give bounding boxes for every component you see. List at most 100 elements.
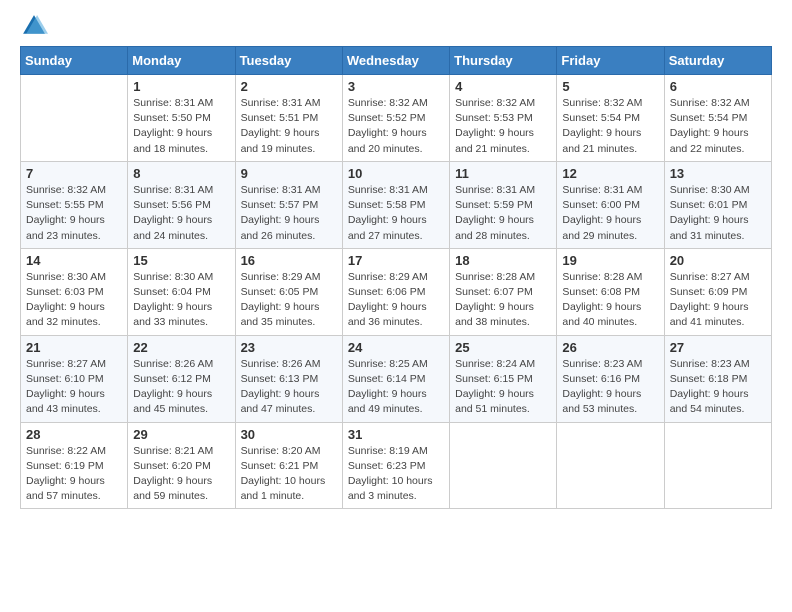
calendar-day-cell: 9 Sunrise: 8:31 AMSunset: 5:57 PMDaylight… — [235, 161, 342, 248]
day-number: 1 — [133, 79, 229, 94]
calendar-day-cell: 18 Sunrise: 8:28 AMSunset: 6:07 PMDayligh… — [450, 248, 557, 335]
day-info: Sunrise: 8:32 AMSunset: 5:53 PMDaylight:… — [455, 96, 551, 157]
calendar-day-cell: 2 Sunrise: 8:31 AMSunset: 5:51 PMDaylight… — [235, 75, 342, 162]
day-number: 29 — [133, 427, 229, 442]
day-info: Sunrise: 8:21 AMSunset: 6:20 PMDaylight:… — [133, 444, 229, 505]
day-number: 31 — [348, 427, 444, 442]
calendar-day-cell: 6 Sunrise: 8:32 AMSunset: 5:54 PMDaylight… — [664, 75, 771, 162]
day-info: Sunrise: 8:32 AMSunset: 5:52 PMDaylight:… — [348, 96, 444, 157]
logo — [20, 16, 50, 40]
calendar-day-cell — [557, 422, 664, 509]
day-info: Sunrise: 8:31 AMSunset: 5:58 PMDaylight:… — [348, 183, 444, 244]
day-info: Sunrise: 8:22 AMSunset: 6:19 PMDaylight:… — [26, 444, 122, 505]
calendar-day-cell: 4 Sunrise: 8:32 AMSunset: 5:53 PMDaylight… — [450, 75, 557, 162]
calendar-day-cell: 27 Sunrise: 8:23 AMSunset: 6:18 PMDayligh… — [664, 335, 771, 422]
day-info: Sunrise: 8:25 AMSunset: 6:14 PMDaylight:… — [348, 357, 444, 418]
calendar-day-cell: 20Sunrise: 8:27 AMSunset: 6:09 PMDayligh… — [664, 248, 771, 335]
calendar-header-cell: Tuesday — [235, 47, 342, 75]
day-info: Sunrise: 8:31 AMSunset: 5:51 PMDaylight:… — [241, 96, 337, 157]
day-number: 26 — [562, 340, 658, 355]
calendar-header-cell: Wednesday — [342, 47, 449, 75]
calendar-day-cell: 14 Sunrise: 8:30 AMSunset: 6:03 PMDayligh… — [21, 248, 128, 335]
calendar-header-cell: Friday — [557, 47, 664, 75]
calendar-day-cell: 12 Sunrise: 8:31 AMSunset: 6:00 PMDayligh… — [557, 161, 664, 248]
calendar-day-cell: 29 Sunrise: 8:21 AMSunset: 6:20 PMDayligh… — [128, 422, 235, 509]
calendar-day-cell: 5 Sunrise: 8:32 AMSunset: 5:54 PMDaylight… — [557, 75, 664, 162]
calendar-day-cell: 16 Sunrise: 8:29 AMSunset: 6:05 PMDayligh… — [235, 248, 342, 335]
day-info: Sunrise: 8:28 AMSunset: 6:08 PMDaylight:… — [562, 270, 658, 331]
day-number: 30 — [241, 427, 337, 442]
calendar-day-cell: 17 Sunrise: 8:29 AMSunset: 6:06 PMDayligh… — [342, 248, 449, 335]
day-info: Sunrise: 8:23 AMSunset: 6:18 PMDaylight:… — [670, 357, 766, 418]
day-info: Sunrise: 8:31 AMSunset: 5:59 PMDaylight:… — [455, 183, 551, 244]
day-info: Sunrise: 8:20 AMSunset: 6:21 PMDaylight:… — [241, 444, 337, 505]
day-number: 15 — [133, 253, 229, 268]
day-number: 3 — [348, 79, 444, 94]
day-info: Sunrise: 8:31 AMSunset: 5:50 PMDaylight:… — [133, 96, 229, 157]
day-number: 4 — [455, 79, 551, 94]
header — [20, 16, 772, 40]
day-number: 13 — [670, 166, 766, 181]
day-info: Sunrise: 8:26 AMSunset: 6:13 PMDaylight:… — [241, 357, 337, 418]
calendar-day-cell: 25Sunrise: 8:24 AMSunset: 6:15 PMDayligh… — [450, 335, 557, 422]
day-info: Sunrise: 8:32 AMSunset: 5:55 PMDaylight:… — [26, 183, 122, 244]
calendar-week-row: 14 Sunrise: 8:30 AMSunset: 6:03 PMDayligh… — [21, 248, 772, 335]
day-info: Sunrise: 8:28 AMSunset: 6:07 PMDaylight:… — [455, 270, 551, 331]
day-number: 18 — [455, 253, 551, 268]
day-number: 9 — [241, 166, 337, 181]
day-number: 12 — [562, 166, 658, 181]
calendar-day-cell: 19 Sunrise: 8:28 AMSunset: 6:08 PMDayligh… — [557, 248, 664, 335]
calendar-day-cell: 11 Sunrise: 8:31 AMSunset: 5:59 PMDayligh… — [450, 161, 557, 248]
day-number: 19 — [562, 253, 658, 268]
day-number: 14 — [26, 253, 122, 268]
day-info: Sunrise: 8:30 AMSunset: 6:04 PMDaylight:… — [133, 270, 229, 331]
calendar-week-row: 1 Sunrise: 8:31 AMSunset: 5:50 PMDaylight… — [21, 75, 772, 162]
calendar-day-cell: 7Sunrise: 8:32 AMSunset: 5:55 PMDaylight… — [21, 161, 128, 248]
day-number: 5 — [562, 79, 658, 94]
day-info: Sunrise: 8:32 AMSunset: 5:54 PMDaylight:… — [670, 96, 766, 157]
day-info: Sunrise: 8:30 AMSunset: 6:03 PMDaylight:… — [26, 270, 122, 331]
day-info: Sunrise: 8:29 AMSunset: 6:05 PMDaylight:… — [241, 270, 337, 331]
day-number: 16 — [241, 253, 337, 268]
day-number: 6 — [670, 79, 766, 94]
calendar-day-cell: 22Sunrise: 8:26 AMSunset: 6:12 PMDayligh… — [128, 335, 235, 422]
day-number: 11 — [455, 166, 551, 181]
calendar-day-cell: 15 Sunrise: 8:30 AMSunset: 6:04 PMDayligh… — [128, 248, 235, 335]
day-number: 27 — [670, 340, 766, 355]
calendar-day-cell: 1 Sunrise: 8:31 AMSunset: 5:50 PMDaylight… — [128, 75, 235, 162]
day-info: Sunrise: 8:31 AMSunset: 5:56 PMDaylight:… — [133, 183, 229, 244]
day-info: Sunrise: 8:19 AMSunset: 6:23 PMDaylight:… — [348, 444, 444, 505]
calendar-header-cell: Thursday — [450, 47, 557, 75]
calendar-table: SundayMondayTuesdayWednesdayThursdayFrid… — [20, 46, 772, 509]
calendar-day-cell: 3 Sunrise: 8:32 AMSunset: 5:52 PMDaylight… — [342, 75, 449, 162]
calendar-day-cell — [450, 422, 557, 509]
page: SundayMondayTuesdayWednesdayThursdayFrid… — [0, 0, 792, 529]
day-number: 10 — [348, 166, 444, 181]
day-info: Sunrise: 8:29 AMSunset: 6:06 PMDaylight:… — [348, 270, 444, 331]
calendar-day-cell: 21Sunrise: 8:27 AMSunset: 6:10 PMDayligh… — [21, 335, 128, 422]
calendar-day-cell: 30 Sunrise: 8:20 AMSunset: 6:21 PMDayligh… — [235, 422, 342, 509]
calendar-day-cell: 26 Sunrise: 8:23 AMSunset: 6:16 PMDayligh… — [557, 335, 664, 422]
day-number: 23 — [241, 340, 337, 355]
calendar-week-row: 28 Sunrise: 8:22 AMSunset: 6:19 PMDayligh… — [21, 422, 772, 509]
calendar-day-cell: 23 Sunrise: 8:26 AMSunset: 6:13 PMDayligh… — [235, 335, 342, 422]
calendar-day-cell: 24Sunrise: 8:25 AMSunset: 6:14 PMDayligh… — [342, 335, 449, 422]
day-number: 28 — [26, 427, 122, 442]
day-info: Sunrise: 8:32 AMSunset: 5:54 PMDaylight:… — [562, 96, 658, 157]
calendar-header-cell: Monday — [128, 47, 235, 75]
calendar-body: 1 Sunrise: 8:31 AMSunset: 5:50 PMDaylight… — [21, 75, 772, 509]
day-number: 8 — [133, 166, 229, 181]
calendar-day-cell — [664, 422, 771, 509]
calendar-week-row: 21Sunrise: 8:27 AMSunset: 6:10 PMDayligh… — [21, 335, 772, 422]
day-number: 17 — [348, 253, 444, 268]
day-info: Sunrise: 8:27 AMSunset: 6:10 PMDaylight:… — [26, 357, 122, 418]
day-info: Sunrise: 8:31 AMSunset: 6:00 PMDaylight:… — [562, 183, 658, 244]
day-number: 2 — [241, 79, 337, 94]
calendar-day-cell: 10 Sunrise: 8:31 AMSunset: 5:58 PMDayligh… — [342, 161, 449, 248]
day-info: Sunrise: 8:31 AMSunset: 5:57 PMDaylight:… — [241, 183, 337, 244]
calendar-day-cell: 13Sunrise: 8:30 AMSunset: 6:01 PMDayligh… — [664, 161, 771, 248]
calendar-day-cell: 31 Sunrise: 8:19 AMSunset: 6:23 PMDayligh… — [342, 422, 449, 509]
calendar-day-cell: 8 Sunrise: 8:31 AMSunset: 5:56 PMDaylight… — [128, 161, 235, 248]
day-info: Sunrise: 8:23 AMSunset: 6:16 PMDaylight:… — [562, 357, 658, 418]
logo-icon — [20, 12, 48, 40]
